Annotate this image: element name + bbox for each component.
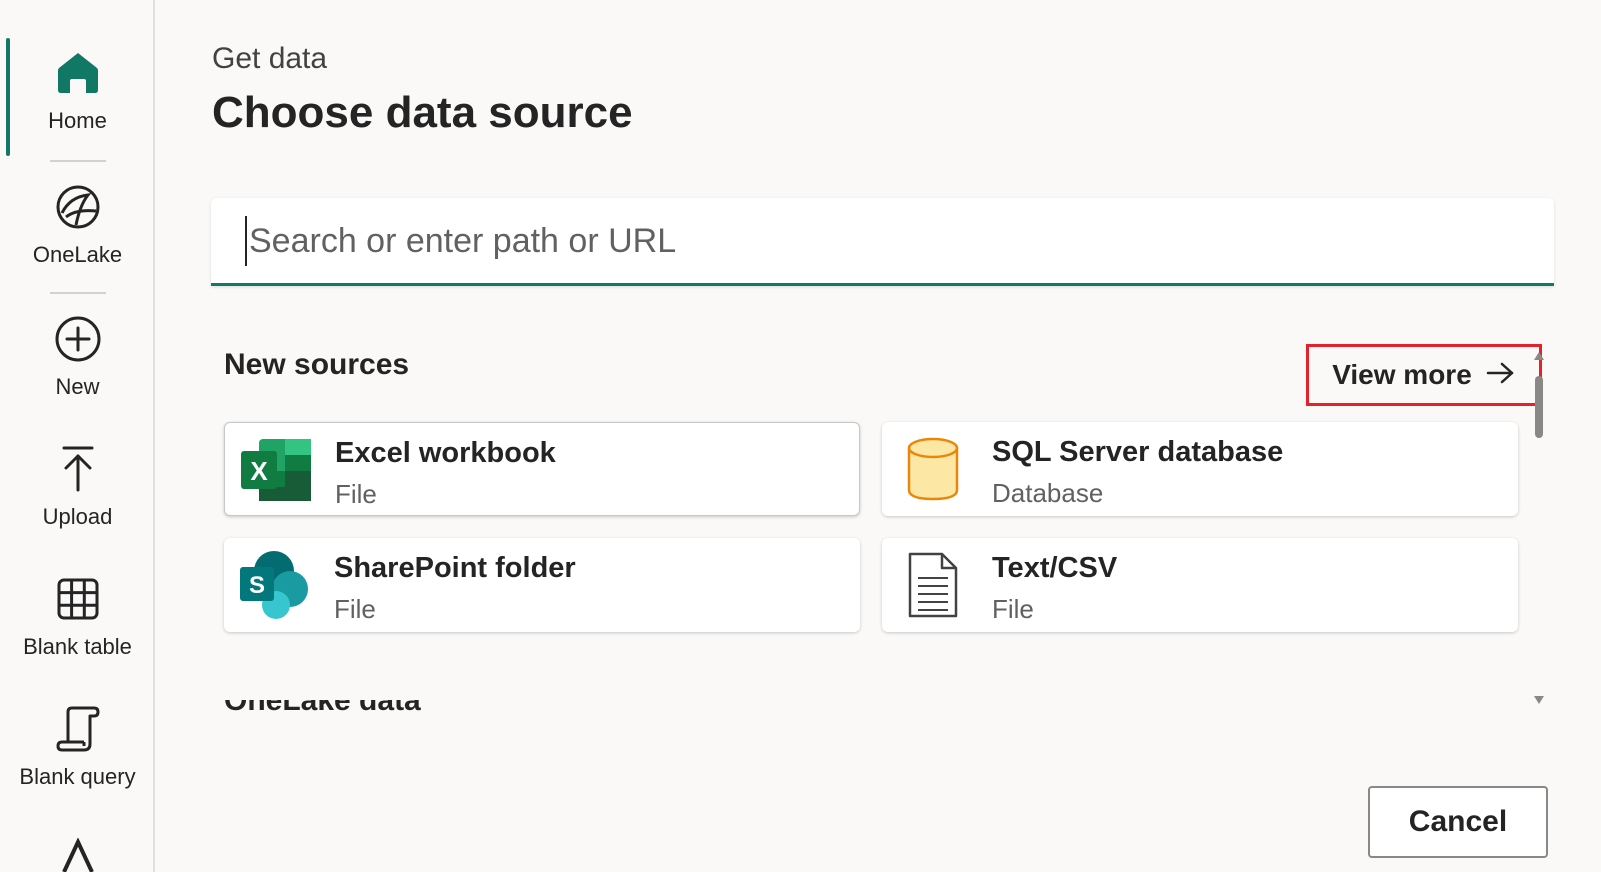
page-title: Choose data source — [212, 88, 633, 137]
source-card-text-csv[interactable]: Text/CSV File — [882, 538, 1518, 632]
source-card-sharepoint-folder[interactable]: S SharePoint folder File — [224, 538, 860, 632]
scroll-down-arrow-icon[interactable] — [1532, 694, 1546, 706]
source-card-type: File — [334, 594, 376, 624]
home-icon — [53, 48, 103, 98]
excel-icon: X — [239, 437, 313, 503]
source-card-name: Excel workbook — [335, 437, 556, 469]
left-nav-sidebar: Home OneLake New Upload Blank table Blan… — [0, 0, 155, 872]
view-more-link[interactable]: View more — [1306, 344, 1542, 406]
sidebar-item-label: Blank table — [23, 634, 132, 659]
scroll-up-arrow-icon[interactable] — [1532, 350, 1546, 362]
arrow-right-icon — [1486, 361, 1516, 390]
view-more-label: View more — [1332, 359, 1472, 390]
sidebar-item-home[interactable]: Home — [0, 48, 155, 134]
onelake-icon — [53, 182, 103, 232]
sidebar-item-onelake[interactable]: OneLake — [0, 182, 155, 268]
next-section-title-partial: OneLake data hub — [224, 700, 484, 714]
source-card-type: File — [992, 594, 1034, 624]
sidebar-item-partial[interactable] — [0, 838, 155, 872]
svg-text:X: X — [250, 456, 268, 486]
sidebar-item-new[interactable]: New — [0, 314, 155, 400]
scrollbar[interactable] — [1532, 350, 1546, 706]
source-card-sql-server-database[interactable]: SQL Server database Database — [882, 422, 1518, 516]
source-card-name: Text/CSV — [992, 552, 1118, 584]
document-icon — [896, 552, 970, 618]
database-icon — [896, 436, 970, 502]
partial-nav-icon — [53, 838, 103, 872]
source-card-type: Database — [992, 478, 1104, 508]
script-icon — [53, 704, 103, 754]
nav-divider — [50, 160, 106, 162]
sidebar-item-label: Upload — [42, 504, 113, 529]
sharepoint-icon: S — [238, 551, 312, 619]
source-card-excel-workbook[interactable]: X Excel workbook File — [224, 422, 860, 516]
page-kicker: Get data — [212, 42, 328, 75]
source-card-name: SharePoint folder — [334, 552, 576, 584]
section-title-new-sources: New sources — [224, 348, 410, 381]
sidebar-item-blank-table[interactable]: Blank table — [0, 574, 155, 660]
source-card-type: File — [335, 479, 377, 509]
scrollbar-thumb[interactable] — [1535, 376, 1543, 438]
sidebar-item-label: Blank query — [19, 764, 136, 789]
sidebar-item-label: New — [55, 374, 100, 399]
sidebar-item-upload[interactable]: Upload — [0, 444, 155, 530]
sidebar-item-blank-query[interactable]: Blank query — [0, 704, 155, 790]
plus-circle-icon — [53, 314, 103, 364]
sidebar-item-label: Home — [48, 108, 107, 133]
sidebar-item-label: OneLake — [32, 242, 123, 267]
table-grid-icon — [53, 574, 103, 624]
search-box — [211, 198, 1554, 286]
upload-icon — [53, 444, 103, 494]
source-card-name: SQL Server database — [992, 436, 1284, 468]
svg-text:S: S — [249, 572, 265, 599]
search-input[interactable] — [245, 216, 1525, 266]
nav-divider — [50, 292, 106, 294]
cancel-button[interactable]: Cancel — [1368, 786, 1548, 858]
